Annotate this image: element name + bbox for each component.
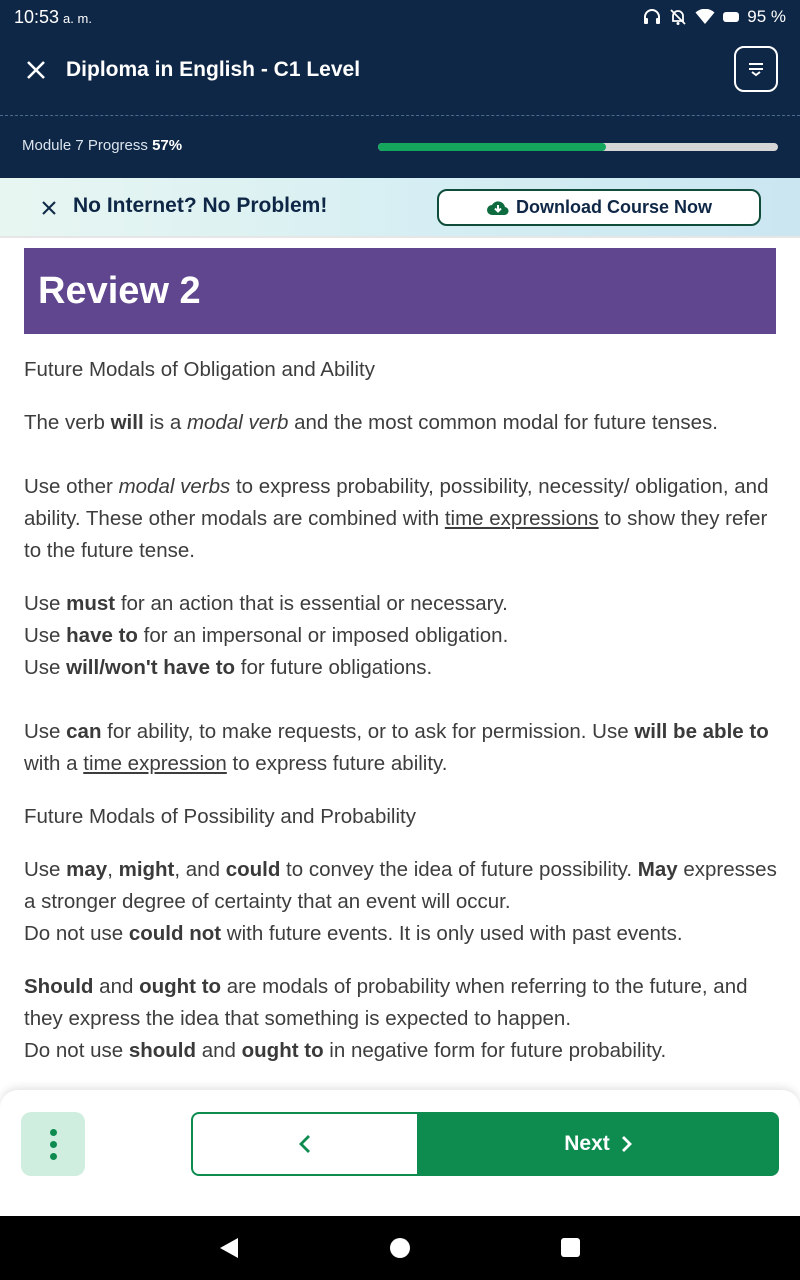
chevron-right-icon — [621, 1136, 632, 1152]
more-dot-icon — [49, 1152, 57, 1160]
lesson-content: Future Modals of Obligation and Ability … — [24, 354, 784, 1067]
status-bar: 10:53 a. m. 95 % — [0, 0, 800, 34]
more-dot-icon — [49, 1140, 57, 1148]
paragraph-possibility: Use may, might, and could to convey the … — [24, 858, 777, 945]
more-options-button[interactable] — [21, 1112, 85, 1176]
close-course-button[interactable] — [22, 56, 50, 84]
time-expressions-link[interactable]: time expressions — [445, 507, 599, 530]
chevron-left-icon — [299, 1135, 310, 1153]
download-course-label: Download Course Now — [515, 197, 712, 217]
battery-icon — [723, 12, 740, 22]
paragraph-will: The verb will is a modal verb and the mo… — [24, 411, 718, 434]
section-subtitle-possibility: Future Modals of Possibility and Probabi… — [24, 805, 416, 828]
more-dot-icon — [49, 1128, 57, 1136]
wifi-icon — [695, 9, 715, 25]
cloud-download-icon — [486, 200, 509, 215]
app-header: Diploma in English - C1 Level Module 7 P… — [0, 34, 800, 178]
next-button[interactable]: Next — [417, 1112, 779, 1176]
notifications-off-icon — [669, 8, 687, 26]
paragraph-ability: Use can for ability, to make requests, o… — [24, 720, 769, 775]
headphones-icon — [643, 9, 661, 25]
module-progress-bar — [378, 143, 778, 151]
status-icons: 95 % — [643, 7, 786, 27]
time-expression-link[interactable]: time expression — [83, 752, 227, 775]
previous-button[interactable] — [191, 1112, 419, 1176]
paragraph-probability: Should and ought to are modals of probab… — [24, 975, 748, 1062]
review-title: Review 2 — [24, 248, 776, 334]
offline-banner-text: No Internet? No Problem! — [73, 194, 328, 217]
battery-percent: 95 % — [747, 7, 786, 26]
module-progress-label: Module 7 Progress 57% — [22, 137, 183, 154]
nav-home-icon[interactable] — [390, 1238, 410, 1258]
menu-dropdown-icon — [749, 63, 763, 77]
module-progress-value: 57% — [152, 137, 183, 154]
close-icon — [27, 61, 45, 79]
course-menu-button[interactable] — [734, 46, 778, 92]
android-nav-bar — [0, 1216, 800, 1280]
close-icon — [42, 201, 56, 215]
status-time: 10:53 a. m. — [14, 6, 92, 27]
section-subtitle-obligation: Future Modals of Obligation and Ability — [24, 358, 375, 381]
header-divider — [0, 115, 800, 116]
next-label: Next — [564, 1132, 610, 1155]
nav-back-icon[interactable] — [218, 1237, 240, 1259]
offline-banner: No Internet? No Problem! Download Course… — [0, 178, 800, 238]
lesson-nav-bar: Next — [0, 1090, 800, 1216]
nav-recents-icon[interactable] — [561, 1238, 580, 1257]
paragraph-obligation: Use must for an action that is essential… — [24, 592, 509, 679]
course-title: Diploma in English - C1 Level — [66, 58, 361, 81]
module-progress-fill — [378, 143, 606, 151]
download-course-button[interactable]: Download Course Now — [437, 189, 761, 226]
dismiss-banner-button[interactable] — [38, 195, 60, 221]
paragraph-other-modals: Use other modal verbs to express probabi… — [24, 475, 769, 562]
